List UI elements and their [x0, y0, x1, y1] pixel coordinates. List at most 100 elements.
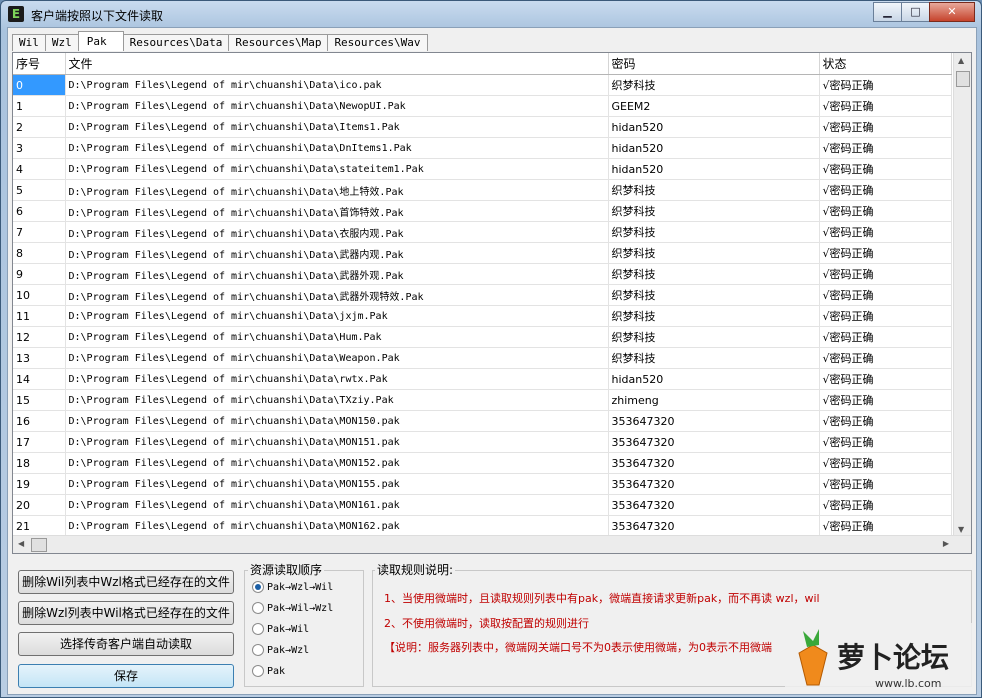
radio-button-icon[interactable] [252, 623, 264, 635]
table-row[interactable]: 13 D:\Program Files\Legend of mir\chuansh… [13, 347, 952, 369]
horizontal-scrollbar[interactable]: ◀ ▶ [13, 535, 971, 553]
cell-password[interactable]: hidan520 [608, 158, 820, 180]
cell-index[interactable]: 18 [13, 452, 66, 474]
cell-status[interactable]: √密码正确 [819, 305, 952, 327]
cell-file[interactable]: D:\Program Files\Legend of mir\chuanshi\… [65, 95, 609, 117]
cell-password[interactable]: 织梦科技 [608, 263, 820, 285]
cell-status[interactable]: √密码正确 [819, 431, 952, 453]
cell-password[interactable]: 织梦科技 [608, 179, 820, 201]
cell-status[interactable]: √密码正确 [819, 242, 952, 264]
cell-index[interactable]: 9 [13, 263, 66, 285]
cell-file[interactable]: D:\Program Files\Legend of mir\chuanshi\… [65, 137, 609, 159]
table-row[interactable]: 6 D:\Program Files\Legend of mir\chuanshi… [13, 200, 952, 222]
tab-wil[interactable]: Wil [12, 34, 46, 51]
cell-index[interactable]: 15 [13, 389, 66, 411]
table-row[interactable]: 0 D:\Program Files\Legend of mir\chuanshi… [13, 74, 952, 96]
cell-status[interactable]: √密码正确 [819, 179, 952, 201]
table-row[interactable]: 17 D:\Program Files\Legend of mir\chuansh… [13, 431, 952, 453]
cell-file[interactable]: D:\Program Files\Legend of mir\chuanshi\… [65, 263, 609, 285]
cell-file[interactable]: D:\Program Files\Legend of mir\chuanshi\… [65, 368, 609, 390]
vertical-scrollbar[interactable]: ▲ ▼ [953, 53, 971, 536]
read-order-option[interactable]: Pak→Wzl→Wil [252, 581, 333, 593]
save-button[interactable]: 保存 [18, 664, 234, 688]
table-row[interactable]: 10 D:\Program Files\Legend of mir\chuansh… [13, 284, 952, 306]
horizontal-scroll-thumb[interactable] [31, 538, 47, 552]
cell-password[interactable]: 353647320 [608, 515, 820, 537]
cell-file[interactable]: D:\Program Files\Legend of mir\chuanshi\… [65, 410, 609, 432]
table-row[interactable]: 14 D:\Program Files\Legend of mir\chuansh… [13, 368, 952, 390]
delete-wzl-in-wil-button[interactable]: 删除Wil列表中Wzl格式已经存在的文件 [18, 570, 234, 594]
cell-password[interactable]: hidan520 [608, 368, 820, 390]
cell-file[interactable]: D:\Program Files\Legend of mir\chuanshi\… [65, 242, 609, 264]
maximize-button[interactable]: □ [901, 2, 930, 22]
cell-index[interactable]: 2 [13, 116, 66, 138]
scroll-up-icon[interactable]: ▲ [958, 56, 964, 65]
cell-index[interactable]: 6 [13, 200, 66, 222]
cell-status[interactable]: √密码正确 [819, 95, 952, 117]
cell-password[interactable]: 织梦科技 [608, 200, 820, 222]
cell-index[interactable]: 13 [13, 347, 66, 369]
radio-button-icon[interactable] [252, 665, 264, 677]
cell-index[interactable]: 16 [13, 410, 66, 432]
tab-pak[interactable]: Pak [77, 31, 124, 51]
cell-status[interactable]: √密码正确 [819, 137, 952, 159]
header-file[interactable]: 文件 [65, 53, 609, 75]
table-row[interactable]: 4 D:\Program Files\Legend of mir\chuanshi… [13, 158, 952, 180]
cell-file[interactable]: D:\Program Files\Legend of mir\chuanshi\… [65, 452, 609, 474]
scroll-left-icon[interactable]: ◀ [18, 539, 24, 548]
close-button[interactable]: ✕ [929, 2, 975, 22]
table-row[interactable]: 1 D:\Program Files\Legend of mir\chuanshi… [13, 95, 952, 117]
cell-status[interactable]: √密码正确 [819, 326, 952, 348]
cell-status[interactable]: √密码正确 [819, 263, 952, 285]
cell-status[interactable]: √密码正确 [819, 221, 952, 243]
cell-password[interactable]: 353647320 [608, 473, 820, 495]
read-order-option[interactable]: Pak→Wil [252, 623, 309, 635]
cell-status[interactable]: √密码正确 [819, 473, 952, 495]
cell-file[interactable]: D:\Program Files\Legend of mir\chuanshi\… [65, 515, 609, 537]
header-status[interactable]: 状态 [819, 53, 952, 75]
cell-password[interactable]: 353647320 [608, 431, 820, 453]
cell-file[interactable]: D:\Program Files\Legend of mir\chuanshi\… [65, 221, 609, 243]
cell-index[interactable]: 21 [13, 515, 66, 537]
cell-password[interactable]: 353647320 [608, 494, 820, 516]
table-row[interactable]: 16 D:\Program Files\Legend of mir\chuansh… [13, 410, 952, 432]
title-bar[interactable]: E 客户端按照以下文件读取 ▁ □ ✕ [1, 1, 981, 27]
table-row[interactable]: 12 D:\Program Files\Legend of mir\chuansh… [13, 326, 952, 348]
tab-wzl[interactable]: Wzl [44, 34, 79, 51]
minimize-button[interactable]: ▁ [873, 2, 902, 22]
cell-status[interactable]: √密码正确 [819, 389, 952, 411]
cell-file[interactable]: D:\Program Files\Legend of mir\chuanshi\… [65, 326, 609, 348]
cell-password[interactable]: 织梦科技 [608, 284, 820, 306]
cell-index[interactable]: 0 [13, 74, 66, 96]
table-row[interactable]: 19 D:\Program Files\Legend of mir\chuansh… [13, 473, 952, 495]
tab-resources-map[interactable]: Resources\Map [228, 34, 329, 51]
cell-file[interactable]: D:\Program Files\Legend of mir\chuanshi\… [65, 116, 609, 138]
header-index[interactable]: 序号 [13, 53, 66, 75]
cell-file[interactable]: D:\Program Files\Legend of mir\chuanshi\… [65, 389, 609, 411]
cell-file[interactable]: D:\Program Files\Legend of mir\chuanshi\… [65, 494, 609, 516]
cell-index[interactable]: 14 [13, 368, 66, 390]
cell-file[interactable]: D:\Program Files\Legend of mir\chuanshi\… [65, 158, 609, 180]
cell-status[interactable]: √密码正确 [819, 452, 952, 474]
cell-index[interactable]: 20 [13, 494, 66, 516]
cell-status[interactable]: √密码正确 [819, 200, 952, 222]
radio-button-icon[interactable] [252, 602, 264, 614]
cell-status[interactable]: √密码正确 [819, 74, 952, 96]
scroll-right-icon[interactable]: ▶ [943, 539, 949, 548]
read-order-option[interactable]: Pak→Wzl [252, 644, 309, 656]
cell-password[interactable]: 织梦科技 [608, 305, 820, 327]
table-row[interactable]: 18 D:\Program Files\Legend of mir\chuansh… [13, 452, 952, 474]
cell-password[interactable]: 织梦科技 [608, 242, 820, 264]
read-order-option[interactable]: Pak→Wil→Wzl [252, 602, 333, 614]
cell-index[interactable]: 1 [13, 95, 66, 117]
table-row[interactable]: 3 D:\Program Files\Legend of mir\chuanshi… [13, 137, 952, 159]
cell-index[interactable]: 5 [13, 179, 66, 201]
table-row[interactable]: 5 D:\Program Files\Legend of mir\chuanshi… [13, 179, 952, 201]
table-row[interactable]: 11 D:\Program Files\Legend of mir\chuansh… [13, 305, 952, 327]
cell-password[interactable]: 353647320 [608, 410, 820, 432]
tab-resources-wav[interactable]: Resources\Wav [327, 34, 428, 51]
cell-index[interactable]: 8 [13, 242, 66, 264]
table-row[interactable]: 21 D:\Program Files\Legend of mir\chuansh… [13, 515, 952, 537]
cell-index[interactable]: 12 [13, 326, 66, 348]
cell-status[interactable]: √密码正确 [819, 347, 952, 369]
